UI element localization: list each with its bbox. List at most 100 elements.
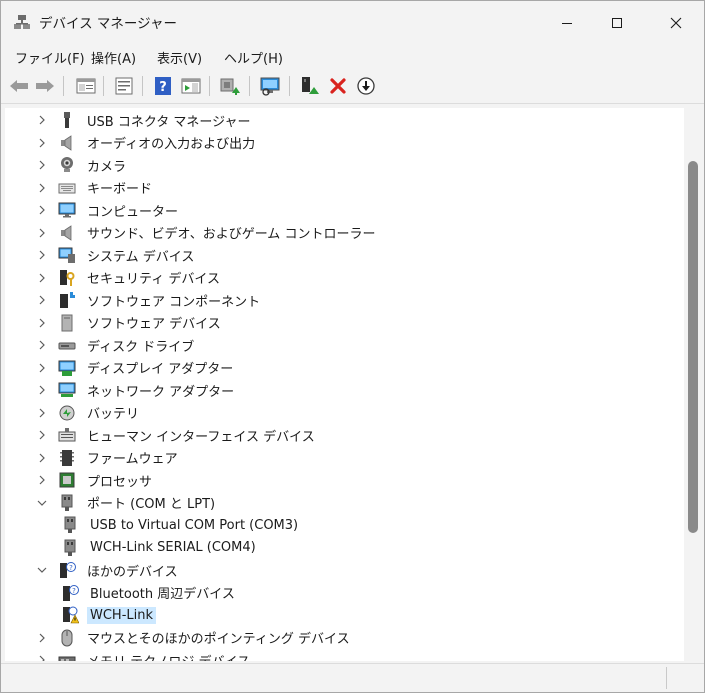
chevron-right-icon[interactable]: [36, 632, 48, 644]
help-icon: ?: [155, 77, 171, 95]
uninstall-icon: [330, 78, 346, 94]
chevron-right-icon[interactable]: [36, 474, 48, 486]
device-label: プロセッサ: [87, 474, 153, 490]
device-label: コンピューター: [87, 204, 179, 220]
properties-button[interactable]: [113, 75, 135, 97]
device-category[interactable]: バッテリ: [36, 402, 142, 424]
battery-icon: [58, 404, 76, 422]
device-category[interactable]: ファームウェア: [36, 447, 181, 469]
uninstall-device-button[interactable]: [327, 75, 349, 97]
device-item[interactable]: USB to Virtual COM Port (COM3): [61, 514, 301, 536]
device-manager-icon: [13, 13, 31, 31]
software-device-icon: [58, 314, 76, 332]
device-item[interactable]: WCH-Link: [61, 604, 157, 626]
device-label: マウスとそのほかのポインティング デバイス: [87, 632, 350, 647]
chevron-right-icon[interactable]: [36, 294, 48, 306]
network-adapter-icon: [58, 381, 76, 399]
device-category[interactable]: ネットワーク アダプター: [36, 379, 237, 401]
update-driver-button[interactable]: [219, 75, 241, 97]
forward-button[interactable]: [34, 75, 56, 97]
chevron-down-icon[interactable]: [36, 497, 48, 509]
device-category[interactable]: カメラ: [36, 154, 129, 176]
device-category[interactable]: オーディオの入力および出力: [36, 132, 258, 154]
device-label: セキュリティ デバイス: [87, 272, 220, 287]
chevron-right-icon[interactable]: [36, 654, 48, 661]
device-category[interactable]: ソフトウェア デバイス: [36, 312, 224, 334]
chevron-right-icon[interactable]: [36, 362, 48, 374]
menu-help[interactable]: ヘルプ(H): [220, 48, 287, 67]
chevron-right-icon[interactable]: [36, 204, 48, 216]
chevron-right-icon[interactable]: [36, 452, 48, 464]
device-item[interactable]: ? Bluetooth 周辺デバイス: [61, 582, 238, 604]
system-device-icon: [58, 246, 76, 264]
device-tree[interactable]: USB コネクタ マネージャー オーディオの入力および出力 カメラ キーボードコンピュ…: [5, 108, 684, 661]
chevron-right-icon[interactable]: [36, 384, 48, 396]
device-label: バッテリ: [87, 407, 140, 422]
download-icon: [357, 77, 375, 95]
enable-device-button[interactable]: [299, 75, 321, 97]
back-icon: [10, 80, 28, 92]
close-button[interactable]: [653, 1, 699, 44]
device-category[interactable]: USB コネクタ マネージャー: [36, 109, 254, 131]
device-category[interactable]: コンピューター: [36, 199, 181, 221]
device-category[interactable]: ソフトウェア コンポーネント: [36, 289, 263, 311]
chevron-right-icon[interactable]: [36, 249, 48, 261]
chevron-right-icon[interactable]: [36, 114, 48, 126]
device-category[interactable]: ディスク ドライブ: [36, 334, 197, 356]
chevron-right-icon[interactable]: [36, 159, 48, 171]
chevron-right-icon[interactable]: [36, 429, 48, 441]
enable-device-icon: [302, 77, 319, 94]
chevron-right-icon[interactable]: [36, 339, 48, 351]
window-title: デバイス マネージャー: [39, 16, 177, 32]
back-button[interactable]: [8, 75, 30, 97]
chevron-right-icon[interactable]: [36, 227, 48, 239]
unknown-device-icon: ?: [61, 584, 79, 602]
update-driver-icon: [220, 78, 240, 95]
device-label: USB to Virtual COM Port (COM3): [90, 517, 299, 533]
chevron-down-icon[interactable]: [36, 564, 48, 576]
device-list-icon: [115, 77, 133, 95]
hid-icon: [58, 426, 76, 444]
device-category[interactable]: セキュリティ デバイス: [36, 267, 223, 289]
chevron-right-icon[interactable]: [36, 317, 48, 329]
menu-view[interactable]: 表示(V): [153, 48, 206, 67]
action-pane-icon: [181, 78, 201, 94]
maximize-icon: [612, 17, 622, 28]
device-category[interactable]: プロセッサ: [36, 469, 155, 491]
chevron-right-icon[interactable]: [36, 182, 48, 194]
device-category[interactable]: ディスプレイ アダプター: [36, 357, 236, 379]
device-category[interactable]: ヒューマン インターフェイス デバイス: [36, 424, 318, 446]
toolbar-separator: [142, 76, 143, 96]
device-item[interactable]: WCH-Link SERIAL (COM4): [61, 537, 259, 559]
chevron-right-icon[interactable]: [36, 272, 48, 284]
scan-hardware-button[interactable]: [259, 75, 281, 97]
device-label: ファームウェア: [87, 452, 178, 467]
speaker-icon: [58, 134, 76, 152]
device-category[interactable]: メモリ テクノロジ デバイス: [36, 649, 253, 661]
device-category[interactable]: マウスとそのほかのポインティング デバイス: [36, 627, 353, 649]
device-label: ネットワーク アダプター: [87, 384, 235, 400]
help-button[interactable]: ?: [152, 75, 174, 97]
maximize-button[interactable]: [594, 1, 640, 44]
chevron-right-icon[interactable]: [36, 137, 48, 149]
device-category[interactable]: サウンド、ビデオ、およびゲーム コントローラー: [36, 222, 378, 244]
monitor-icon: [58, 201, 76, 219]
toolbar: ?: [1, 70, 704, 104]
forward-icon: [36, 80, 54, 92]
scrollbar-thumb[interactable]: [688, 161, 698, 533]
warning-device-icon: [61, 606, 79, 624]
speaker-icon: [58, 224, 76, 242]
chevron-right-icon[interactable]: [36, 407, 48, 419]
toolbar-separator: [209, 76, 210, 96]
minimize-button[interactable]: [544, 1, 590, 44]
device-category[interactable]: ポート (COM と LPT): [36, 492, 218, 514]
menu-file[interactable]: ファイル(F): [11, 48, 89, 67]
disable-device-button[interactable]: [355, 75, 377, 97]
action-pane-button[interactable]: [180, 75, 202, 97]
device-category[interactable]: キーボード: [36, 177, 155, 199]
show-hide-console-tree-button[interactable]: [75, 75, 97, 97]
device-category[interactable]: ? ほかのデバイス: [36, 559, 181, 581]
menu-action[interactable]: 操作(A): [87, 48, 140, 67]
close-icon: [670, 17, 682, 28]
device-category[interactable]: システム デバイス: [36, 244, 197, 266]
